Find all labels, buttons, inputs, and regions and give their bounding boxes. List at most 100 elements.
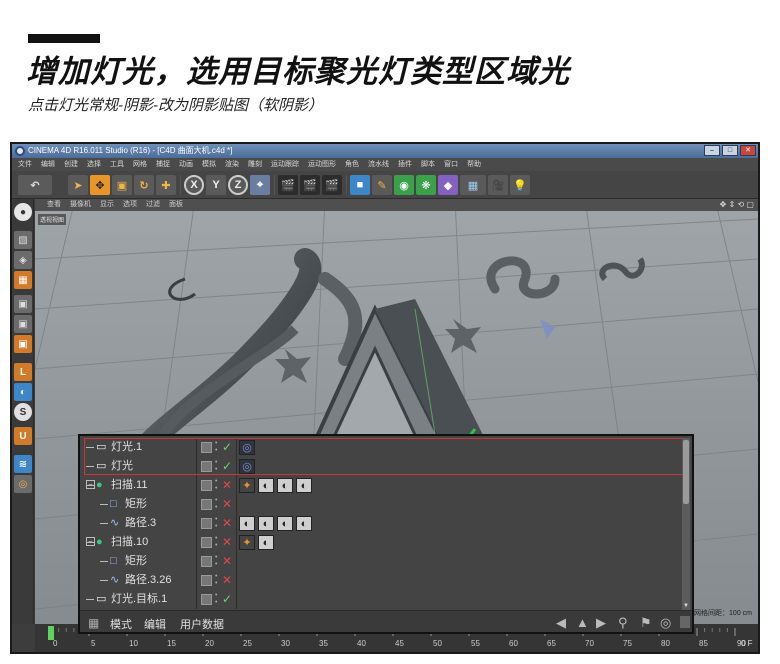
menu-item[interactable]: 帮助 <box>467 158 481 171</box>
menu-item[interactable]: 插件 <box>398 158 412 171</box>
render-picture-viewer-icon[interactable]: 🎬 <box>300 175 320 195</box>
disabled-cross-icon[interactable]: ✕ <box>222 476 232 495</box>
disabled-cross-icon[interactable]: ✕ <box>222 571 232 590</box>
layer-icon[interactable] <box>201 499 212 510</box>
expand-toggle-icon[interactable]: − <box>86 537 95 546</box>
layer-icon[interactable] <box>201 537 212 548</box>
select-tool-icon[interactable]: ➤ <box>68 175 88 195</box>
disabled-cross-icon[interactable]: ✕ <box>222 552 232 571</box>
visibility-dots-icon[interactable]: • • <box>215 592 217 606</box>
menu-item[interactable]: 网格 <box>133 158 147 171</box>
material-tag-icon[interactable]: ◐ <box>277 516 293 531</box>
render-view-icon[interactable]: 🎬 <box>278 175 298 195</box>
menu-item[interactable]: 动画 <box>179 158 193 171</box>
forward-arrow-icon[interactable]: ▶ <box>596 615 606 631</box>
material-tag-icon[interactable]: ◐ <box>258 478 274 493</box>
disabled-cross-icon[interactable]: ✕ <box>222 533 232 552</box>
menu-item[interactable]: 渲染 <box>225 158 239 171</box>
light-bulb-icon[interactable]: 💡 <box>510 175 530 195</box>
array-icon[interactable]: ❋ <box>416 175 436 195</box>
viewport-nav-icons[interactable]: ✥ ⇕ ⟲ ▢ <box>720 200 754 209</box>
camera-icon[interactable]: 🎥 <box>488 175 508 195</box>
layer-icon[interactable] <box>201 556 212 567</box>
visibility-dots-icon[interactable]: • • <box>215 516 217 530</box>
points-mode-icon[interactable]: ▣ <box>14 295 32 313</box>
material-tag-icon[interactable]: ◐ <box>296 478 312 493</box>
add-tool-icon[interactable]: ✚ <box>156 175 176 195</box>
subdivision-icon[interactable]: ◉ <box>394 175 414 195</box>
scroll-down-arrow[interactable]: ▼ <box>682 603 690 610</box>
pen-spline-icon[interactable]: ✎ <box>372 175 392 195</box>
visibility-dots-icon[interactable]: • • <box>215 554 217 568</box>
menu-item[interactable]: 运动跟踪 <box>271 158 299 171</box>
search-icon[interactable]: ⚲ <box>618 615 628 631</box>
snap-icon[interactable]: S <box>14 403 32 421</box>
menu-item[interactable]: 雕刻 <box>248 158 262 171</box>
back-arrow-icon[interactable]: ◀ <box>556 615 566 631</box>
menu-item[interactable]: 工具 <box>110 158 124 171</box>
menu-item[interactable]: 选择 <box>87 158 101 171</box>
viewport-menu-item[interactable]: 摄像机 <box>70 199 91 211</box>
menu-item[interactable]: 创建 <box>64 158 78 171</box>
close-button[interactable]: ✕ <box>740 145 756 156</box>
maximize-button[interactable]: □ <box>722 145 738 156</box>
menu-item[interactable]: 文件 <box>18 158 32 171</box>
up-arrow-icon[interactable]: ▲ <box>576 615 589 630</box>
y-axis-lock-icon[interactable]: Y <box>206 175 226 195</box>
panel-toggle-icon[interactable] <box>680 616 690 628</box>
minimize-button[interactable]: – <box>704 145 720 156</box>
material-tag-icon[interactable]: ◐ <box>258 535 274 550</box>
target-icon[interactable]: ◎ <box>660 615 671 631</box>
visibility-dots-icon[interactable]: • • <box>215 535 217 549</box>
layer-icon[interactable] <box>201 518 212 529</box>
menu-item[interactable]: 运动图形 <box>308 158 336 171</box>
workplane-icon[interactable]: ≋ <box>14 455 32 473</box>
scrollbar-thumb[interactable] <box>683 440 689 504</box>
enabled-check-icon[interactable]: ✓ <box>222 590 232 609</box>
tab-mode[interactable]: 模式 <box>110 616 132 632</box>
viewport-menu-item[interactable]: 查看 <box>47 199 61 211</box>
object-row[interactable]: □ 矩形 • • ✕ <box>84 552 680 571</box>
material-tag-icon[interactable]: ◐ <box>239 516 255 531</box>
material-tag-icon[interactable]: ◐ <box>296 516 312 531</box>
x-axis-lock-icon[interactable]: X <box>184 175 204 195</box>
phong-tag-icon[interactable]: ✦ <box>239 535 255 550</box>
move-tool-icon[interactable]: ✥ <box>90 175 110 195</box>
grid-icon[interactable]: ◎ <box>14 475 32 493</box>
menu-item[interactable]: 捕捉 <box>156 158 170 171</box>
visibility-dots-icon[interactable]: • • <box>215 497 217 511</box>
viewport-menu-item[interactable]: 面板 <box>169 199 183 211</box>
tab-user-data[interactable]: 用户数据 <box>180 616 224 632</box>
phong-tag-icon[interactable]: ✦ <box>239 478 255 493</box>
layer-icon[interactable] <box>201 480 212 491</box>
rotate-tool-icon[interactable]: ↻ <box>134 175 154 195</box>
floor-icon[interactable]: ▦ <box>460 175 486 195</box>
make-editable-icon[interactable]: ● <box>14 203 32 221</box>
polygons-mode-icon[interactable]: ▣ <box>14 335 32 353</box>
menu-item[interactable]: 模拟 <box>202 158 216 171</box>
tab-edit[interactable]: 编辑 <box>144 616 166 632</box>
viewport-menu-item[interactable]: 显示 <box>100 199 114 211</box>
object-row[interactable]: ∿ 路径.3 • • ✕ ◐ ◐ ◐ ◐ <box>84 514 680 533</box>
tweak-mode-icon[interactable]: ◐ <box>14 383 32 401</box>
menu-item[interactable]: 窗口 <box>444 158 458 171</box>
cube-object-icon[interactable]: ■ <box>350 175 370 195</box>
viewport-menu-item[interactable]: 过滤 <box>146 199 160 211</box>
z-axis-lock-icon[interactable]: Z <box>228 175 248 195</box>
expand-toggle-icon[interactable]: − <box>86 480 95 489</box>
undo-button[interactable]: ↶ <box>18 175 52 195</box>
object-row[interactable]: − ● 扫描.11 • • ✕ ✦ ◐ ◐ ◐ <box>84 476 680 495</box>
material-tag-icon[interactable]: ◐ <box>277 478 293 493</box>
disabled-cross-icon[interactable]: ✕ <box>222 495 232 514</box>
texture-mode-icon[interactable]: ◈ <box>14 251 32 269</box>
scrollbar[interactable]: ▼ <box>682 438 690 610</box>
menu-item[interactable]: 流水线 <box>368 158 389 171</box>
bookmark-icon[interactable]: ⚑ <box>640 615 652 631</box>
viewport-menu-item[interactable]: 选项 <box>123 199 137 211</box>
workplane-mode-icon[interactable]: ▦ <box>14 271 32 289</box>
model-mode-icon[interactable]: ▧ <box>14 231 32 249</box>
axis-mode-icon[interactable]: L <box>14 363 32 381</box>
deformer-icon[interactable]: ◆ <box>438 175 458 195</box>
visibility-dots-icon[interactable]: • • <box>215 478 217 492</box>
object-row[interactable]: □ 矩形 • • ✕ <box>84 495 680 514</box>
